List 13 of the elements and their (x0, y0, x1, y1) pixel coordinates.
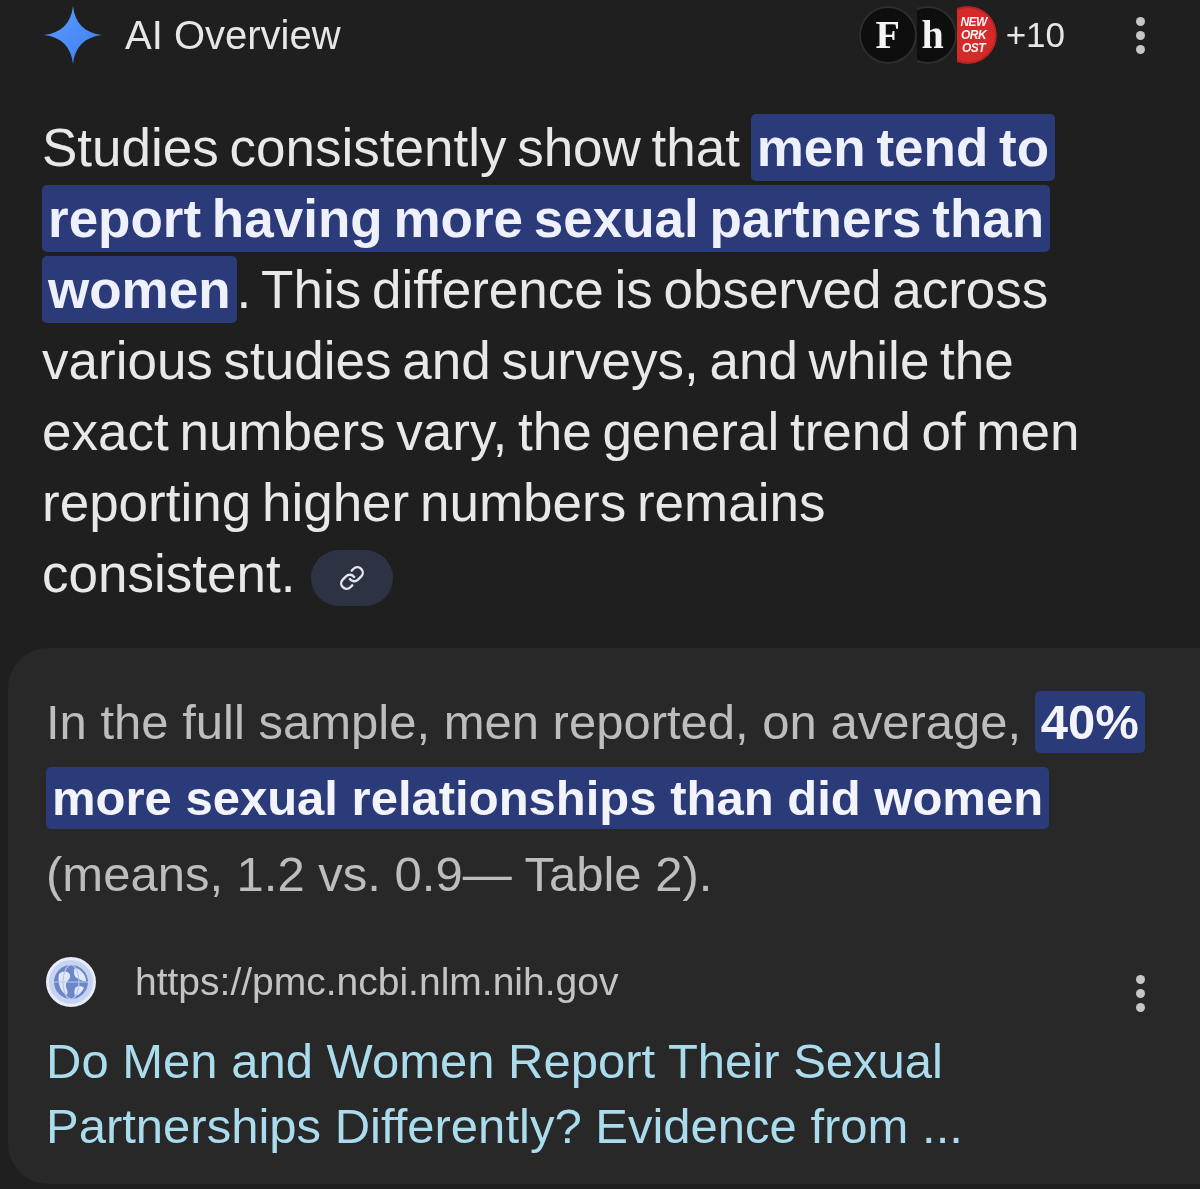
source-logo[interactable]: F (858, 6, 917, 64)
kebab-icon (1135, 974, 1145, 1012)
source-link-button[interactable] (311, 550, 394, 606)
source-logo[interactable]: NEW ORK OST (956, 6, 997, 64)
link-icon (339, 565, 366, 591)
sparkle-icon (44, 6, 102, 64)
source-url: https://pmc.ncbi.nlm.nih.gov (135, 960, 619, 1004)
source-title-link[interactable]: Do Men and Women Report Their Sexual Partnerships Differently? Evidence from ... (46, 1029, 1166, 1159)
overview-title: AI Overview (125, 12, 341, 58)
source-count[interactable]: +10 (1005, 15, 1065, 55)
kebab-icon (1135, 16, 1145, 54)
source-logo[interactable]: h (916, 6, 957, 64)
globe-icon (46, 957, 96, 1007)
